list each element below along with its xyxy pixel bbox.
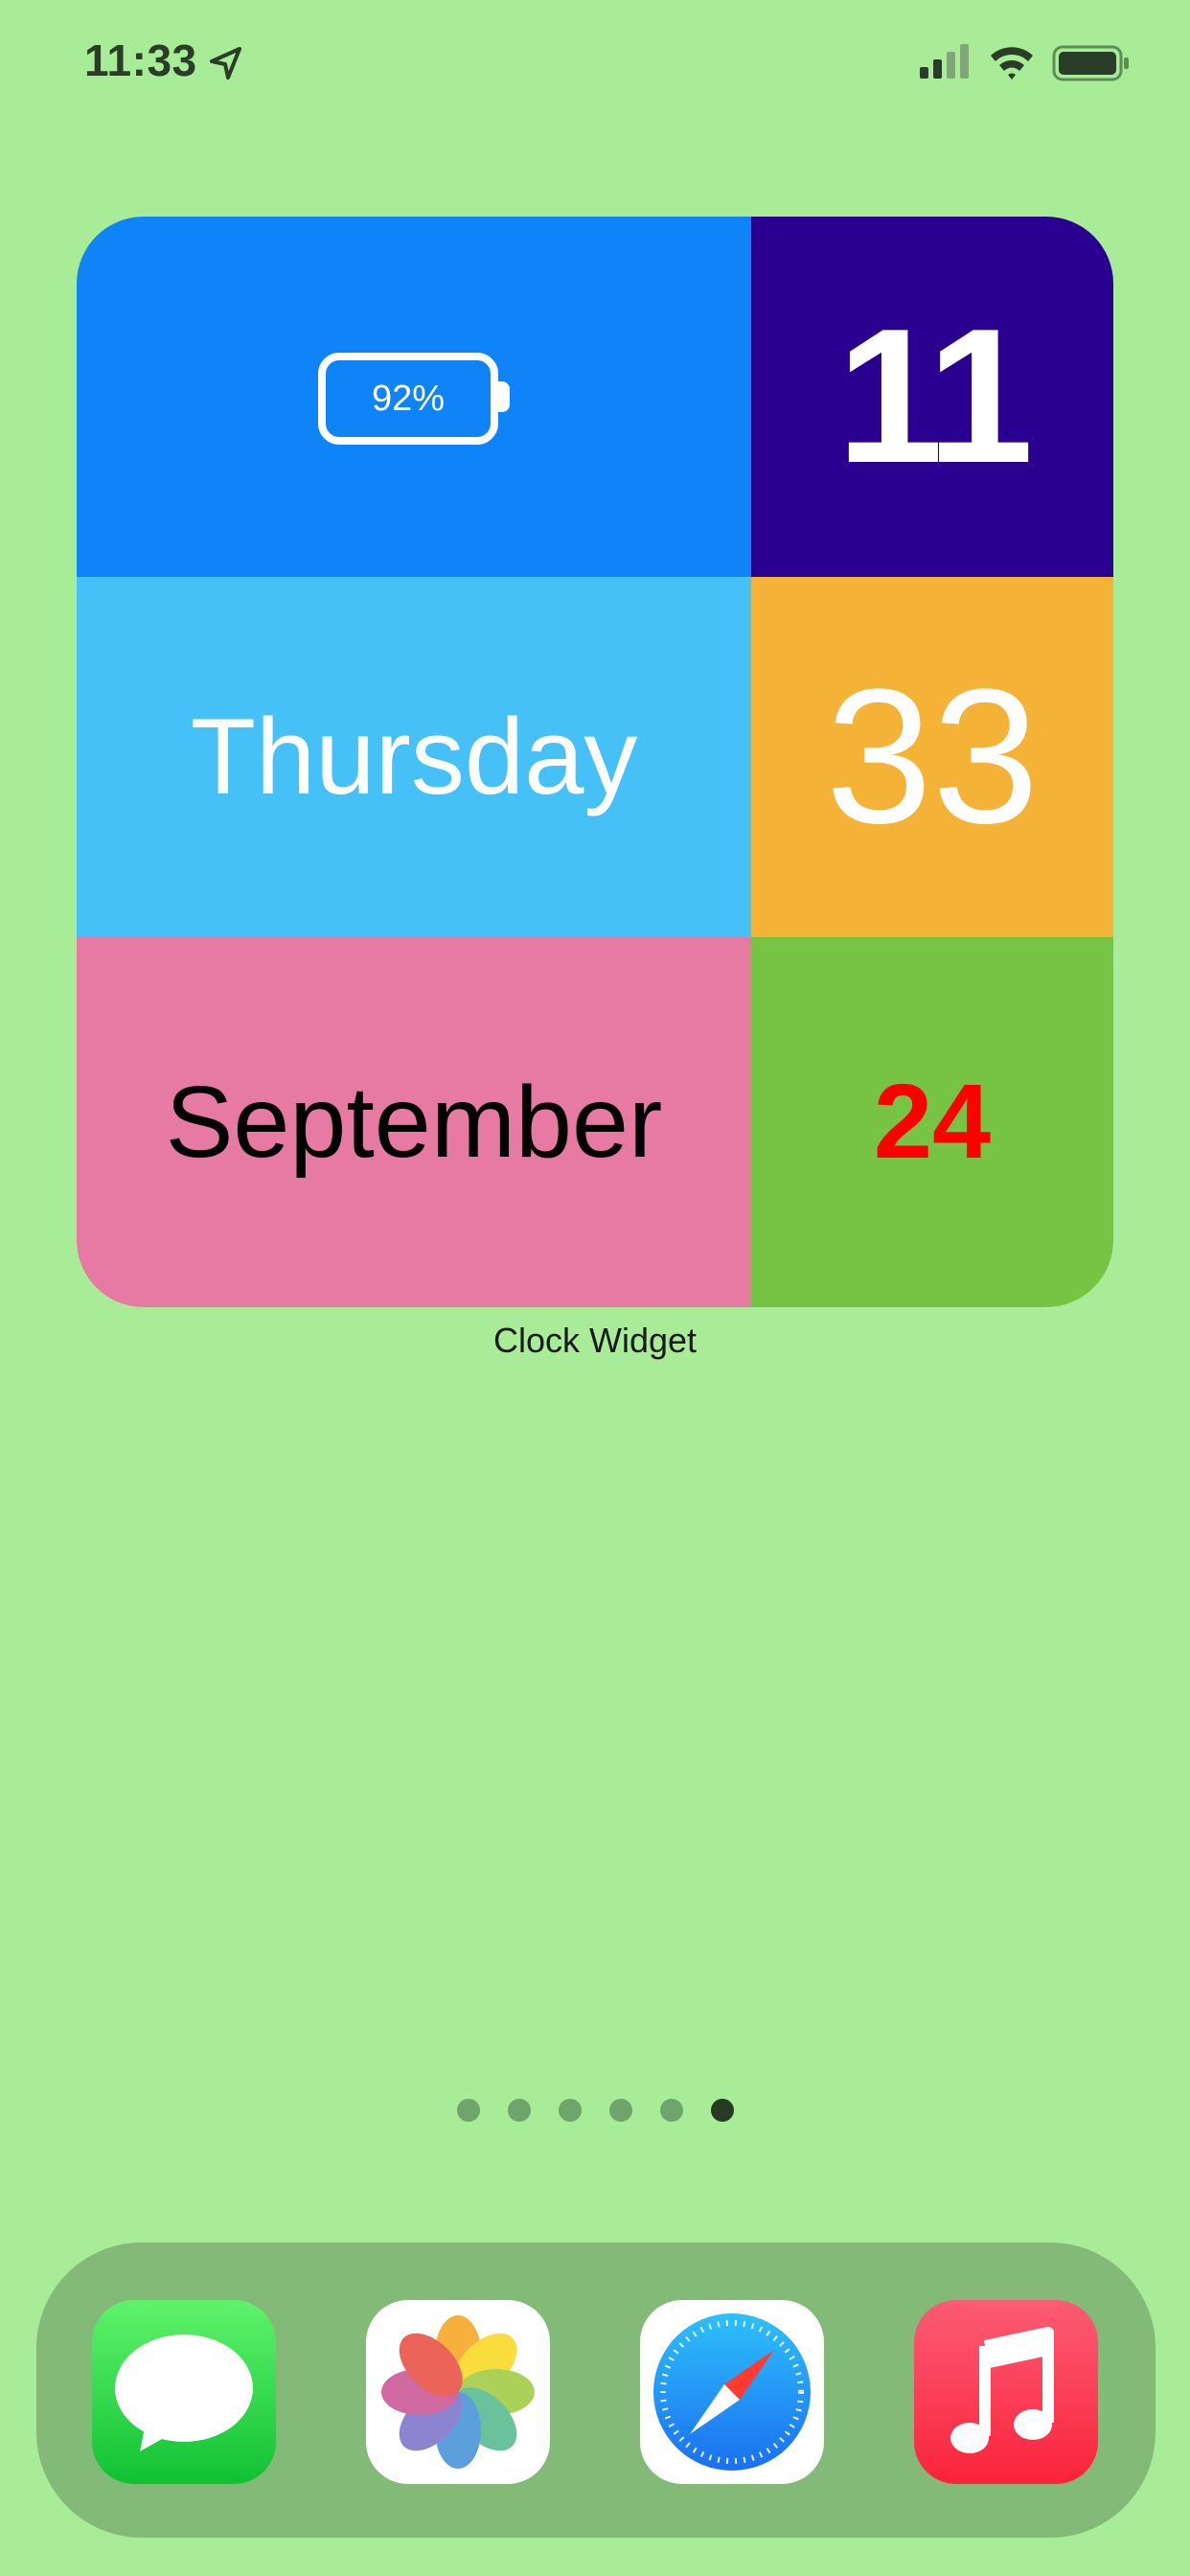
battery-body: 92% xyxy=(318,353,498,445)
day-value: 24 xyxy=(873,1063,992,1181)
photos-app[interactable] xyxy=(366,2300,550,2484)
status-time: 11:33 xyxy=(84,35,197,85)
hour-cell: 11 xyxy=(751,217,1113,577)
battery-percent: 92% xyxy=(371,378,446,419)
photos-icon xyxy=(366,2300,550,2484)
page-dot[interactable] xyxy=(659,2099,683,2122)
status-bar: 11:33 xyxy=(0,0,1190,134)
page-dot[interactable] xyxy=(558,2099,582,2122)
page-dot[interactable] xyxy=(608,2099,632,2122)
wifi-icon xyxy=(991,47,1033,80)
messages-app[interactable] xyxy=(92,2300,276,2484)
dock xyxy=(36,2242,1156,2538)
page-indicator[interactable] xyxy=(0,2099,1190,2126)
weekday-cell: Thursday xyxy=(77,577,751,937)
cellular-signal-icon xyxy=(920,44,969,79)
battery-status-icon xyxy=(1052,45,1129,81)
safari-icon xyxy=(640,2300,824,2484)
minute-value: 33 xyxy=(825,650,1040,863)
page-dot[interactable] xyxy=(507,2099,531,2122)
minute-cell: 33 xyxy=(751,577,1113,937)
location-arrow-icon xyxy=(210,47,241,80)
battery-cell: 92% xyxy=(77,217,751,577)
page-dot-active[interactable] xyxy=(710,2099,734,2122)
battery-icon: 92% xyxy=(318,353,510,445)
month-cell: September xyxy=(77,937,751,1307)
battery-nub xyxy=(498,381,510,412)
clock-widget[interactable]: 92% 11 Thursday 33 September 24 xyxy=(77,217,1113,1307)
hour-value: 11 xyxy=(836,289,1033,503)
weekday-value: Thursday xyxy=(190,697,638,816)
music-app[interactable] xyxy=(914,2300,1098,2484)
widget-label: Clock Widget xyxy=(492,1321,698,1360)
month-value: September xyxy=(165,1066,663,1179)
page-dot[interactable] xyxy=(456,2099,480,2122)
music-icon xyxy=(914,2300,1098,2484)
messages-icon xyxy=(92,2300,276,2484)
safari-app[interactable] xyxy=(640,2300,824,2484)
day-cell: 24 xyxy=(751,937,1113,1307)
